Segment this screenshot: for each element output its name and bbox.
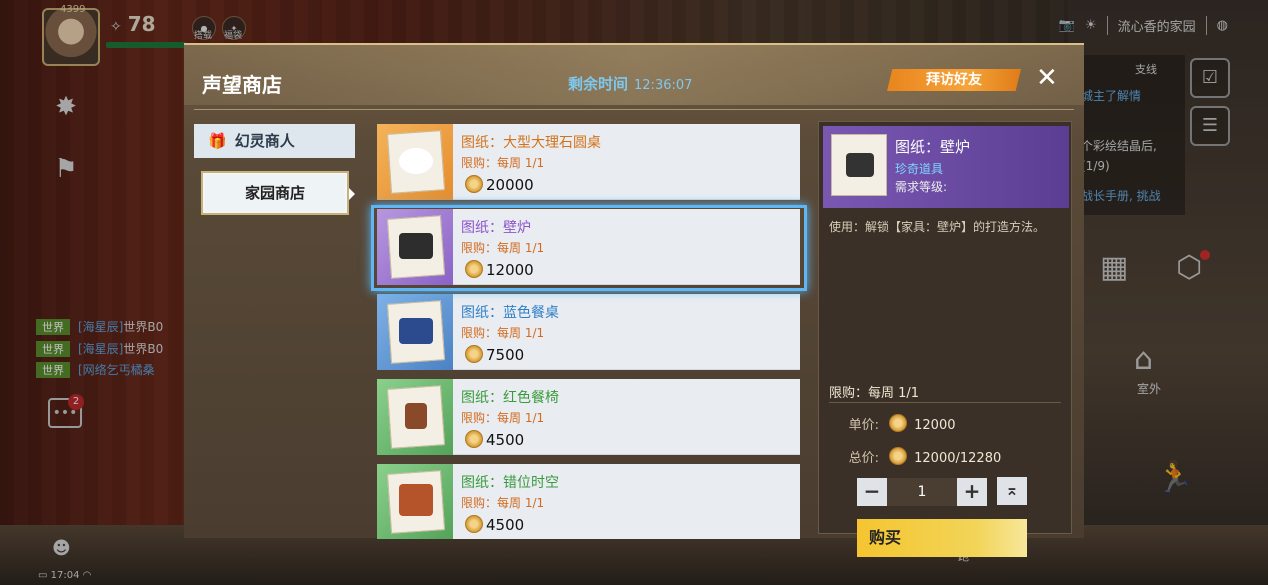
red-chair-icon <box>405 403 427 429</box>
item-limit: 限购：每周 1/1 <box>461 496 545 510</box>
item-name: 图纸：红色餐椅 <box>461 390 559 406</box>
coin-icon <box>465 260 483 278</box>
detail-header: 图纸：壁炉 珍奇道具 需求等级: <box>823 126 1069 208</box>
price-value: 12000 <box>486 261 534 279</box>
coin-icon <box>465 175 483 193</box>
detail-rarity: 珍奇道具 <box>895 162 944 176</box>
coin-icon <box>465 345 483 363</box>
price-value: 20000 <box>486 176 534 194</box>
item-price: 4500 <box>465 430 524 449</box>
detail-item-name: 图纸：壁炉 <box>895 138 971 156</box>
dialog-title: 声望商店 <box>202 73 282 97</box>
item-thumbnail <box>377 379 453 455</box>
remaining-time: 剩余时间 12:36:07 <box>568 73 692 94</box>
detail-requirement: 需求等级: <box>895 180 948 194</box>
tab-ghost-merchant[interactable]: 🎁 幻灵商人 <box>194 124 355 158</box>
item-thumbnail <box>377 209 453 285</box>
item-thumbnail <box>377 294 453 370</box>
fireplace-icon <box>399 233 433 259</box>
price-value: 4500 <box>486 431 525 449</box>
close-icon[interactable]: ✕ <box>1036 65 1058 91</box>
total-price-row: 总价: 12000/12280 <box>819 447 1001 466</box>
marble-table-icon <box>399 148 433 174</box>
buy-button[interactable]: 购买 <box>857 519 1027 557</box>
price-value: 7500 <box>486 346 525 364</box>
unit-price-label: 单价: <box>848 418 879 433</box>
item-limit: 限购：每周 1/1 <box>461 156 545 170</box>
item-price: 4500 <box>465 515 524 534</box>
item-list[interactable]: 图纸：大型大理石圆桌 限购：每周 1/1 20000 图纸：壁炉 限购：每周 1… <box>377 124 802 539</box>
gift-icon: 🎁 <box>208 132 227 150</box>
detail-divider <box>829 402 1061 403</box>
timer-value: 12:36:07 <box>634 78 693 93</box>
quantity-stepper: − 1 + <box>857 477 1007 507</box>
item-price: 20000 <box>465 175 534 194</box>
unit-price-value: 12000 <box>914 418 956 433</box>
list-item[interactable]: 图纸：红色餐椅 限购：每周 1/1 4500 <box>377 379 800 455</box>
max-quantity-button[interactable]: ⌅ <box>997 477 1027 505</box>
item-name: 图纸：壁炉 <box>461 220 531 236</box>
timer-label: 剩余时间 <box>568 75 629 93</box>
coin-icon <box>889 414 907 432</box>
price-value: 4500 <box>486 516 525 534</box>
decrease-button[interactable]: − <box>857 478 887 506</box>
title-divider <box>194 109 1074 110</box>
tab-label: 幻灵商人 <box>234 132 295 150</box>
item-name: 图纸：蓝色餐桌 <box>461 305 559 321</box>
item-price: 7500 <box>465 345 524 364</box>
blue-table-icon <box>399 318 433 344</box>
item-thumbnail <box>377 464 453 539</box>
total-price-label: 总价: <box>848 451 879 466</box>
detail-thumbnail <box>831 134 887 196</box>
list-item[interactable]: 图纸：蓝色餐桌 限购：每周 1/1 7500 <box>377 294 800 370</box>
detail-description: 使用：解锁【家具：壁炉】的打造方法。 <box>829 220 1046 234</box>
unit-price-row: 单价: 12000 <box>819 414 956 433</box>
item-limit: 限购：每周 1/1 <box>461 326 545 340</box>
increase-button[interactable]: + <box>957 478 987 506</box>
list-item[interactable]: 图纸：大型大理石圆桌 限购：每周 1/1 20000 <box>377 124 800 200</box>
visit-friend-button[interactable]: 拜访好友 <box>887 69 1021 91</box>
tile-pattern-icon <box>399 484 433 516</box>
coin-icon <box>465 430 483 448</box>
list-item[interactable]: 图纸：错位时空 限购：每周 1/1 4500 <box>377 464 800 539</box>
coin-icon <box>889 447 907 465</box>
item-detail-panel: 图纸：壁炉 珍奇道具 需求等级: 使用：解锁【家具：壁炉】的打造方法。 限购：每… <box>818 121 1072 557</box>
item-name: 图纸：错位时空 <box>461 475 559 491</box>
item-price: 12000 <box>465 260 534 279</box>
item-limit: 限购：每周 1/1 <box>461 411 545 425</box>
fireplace-icon <box>846 153 874 177</box>
item-thumbnail <box>377 124 453 200</box>
detail-limit: 限购：每周 1/1 <box>829 386 920 401</box>
reputation-shop-dialog: 声望商店 剩余时间 12:36:07 拜访好友 ✕ 🎁 幻灵商人 家园商店 图纸：大… <box>184 43 1084 557</box>
quantity-value[interactable]: 1 <box>887 478 957 506</box>
item-name: 图纸：大型大理石圆桌 <box>461 135 601 151</box>
coin-icon <box>465 515 483 533</box>
tab-home-shop[interactable]: 家园商店 <box>201 171 349 215</box>
item-limit: 限购：每周 1/1 <box>461 241 545 255</box>
total-price-value: 12000/12280 <box>914 451 1002 466</box>
list-item[interactable]: 图纸：壁炉 限购：每周 1/1 12000 <box>377 209 800 285</box>
tab-selected-arrow <box>349 188 355 200</box>
